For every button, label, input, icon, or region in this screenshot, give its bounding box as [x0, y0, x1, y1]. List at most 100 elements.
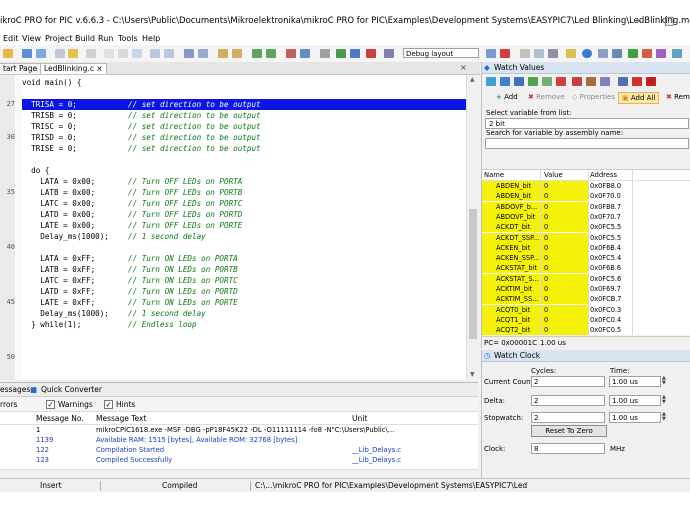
code-line[interactable]: TRISD = 0; // set direction to be output — [22, 132, 466, 143]
help-icon[interactable] — [582, 49, 592, 58]
menu-edit[interactable]: Edit — [3, 34, 19, 43]
uncomment-icon[interactable] — [300, 49, 310, 58]
watch-row[interactable]: ACKSTAT_bit 0 0x0F6B.6 — [482, 263, 690, 274]
code-line[interactable]: LATE = 0xFF; // Turn ON LEDs on PORTE — [22, 297, 466, 308]
clear-breakpoints-icon[interactable] — [600, 77, 610, 86]
code-line[interactable]: LATA = 0x00; // Turn OFF LEDs on PORTA — [22, 176, 466, 187]
layout-select[interactable]: Debug layout — [403, 48, 479, 58]
save-all-icon[interactable] — [36, 49, 46, 58]
current-code-line[interactable]: TRISA = 0; // set direction to be output — [22, 99, 466, 110]
scroll-up-icon[interactable]: ▲ — [470, 76, 475, 83]
tab-start-page[interactable]: tart Page — [0, 63, 42, 74]
reset-icon[interactable] — [646, 77, 656, 86]
paste-icon[interactable] — [132, 49, 142, 58]
col-unit[interactable]: Unit — [352, 414, 367, 423]
tab-ledblinking[interactable]: LedBlinking.c × — [40, 63, 107, 74]
layout-icon[interactable] — [384, 49, 394, 58]
toggle-view-icon[interactable] — [520, 49, 530, 58]
code-line[interactable]: TRISC = 0; // set direction to be output — [22, 121, 466, 132]
new-file-icon[interactable] — [55, 49, 65, 58]
step-over-icon[interactable] — [500, 77, 510, 86]
build-all-icon[interactable] — [350, 49, 360, 58]
comment-icon[interactable] — [286, 49, 296, 58]
delta-time[interactable]: 1.00 us — [609, 395, 661, 406]
code-line[interactable]: LATA = 0xFF; // Turn ON LEDs on PORTA — [22, 253, 466, 264]
watch-row[interactable]: ACKEN_SSP... 0 0x0FC5.4 — [482, 253, 690, 264]
indent-icon[interactable] — [252, 49, 262, 58]
menu-run[interactable]: Run — [98, 34, 113, 43]
menu-help[interactable]: Help — [142, 34, 160, 43]
stop-icon[interactable] — [642, 49, 652, 58]
scroll-thumb[interactable] — [469, 209, 477, 339]
clock-frequency-input[interactable]: 8 — [531, 443, 605, 454]
minimize-button[interactable]: – — [636, 14, 642, 27]
search-input[interactable] — [485, 138, 689, 149]
lock-icon[interactable] — [566, 49, 576, 58]
terminal-icon[interactable] — [612, 49, 622, 58]
code-line[interactable] — [22, 352, 466, 363]
watch-row[interactable]: ACQT1_bit 0 0x0FC0.4 — [482, 314, 690, 325]
code-line[interactable]: TRISE = 0; // set direction to be output — [22, 143, 466, 154]
save-icon[interactable] — [22, 49, 32, 58]
step-into-icon[interactable] — [486, 77, 496, 86]
col-address[interactable]: Address — [590, 171, 617, 179]
watch-row[interactable]: ACKTIM_bit 0 0x0F69.7 — [482, 284, 690, 294]
code-line[interactable]: LATC = 0x00; // Turn OFF LEDs on PORTC — [22, 198, 466, 209]
redo-icon[interactable] — [164, 49, 174, 58]
gear-icon[interactable] — [320, 49, 330, 58]
scroll-down-icon[interactable]: ▼ — [470, 371, 475, 378]
menu-build[interactable]: Build — [75, 34, 95, 43]
code-line[interactable]: do { — [22, 165, 466, 176]
col-value[interactable]: Value — [544, 171, 563, 179]
col-message-no[interactable]: Message No. — [36, 414, 84, 423]
copy-icon[interactable] — [118, 49, 128, 58]
watch-row[interactable]: ACKEN_bit 0 0x0F6B.4 — [482, 242, 690, 253]
remove-all-button[interactable]: ✖ Rem — [666, 93, 690, 101]
outdent-icon[interactable] — [266, 49, 276, 58]
code-line[interactable] — [22, 242, 466, 253]
bookmark-icon[interactable] — [218, 49, 228, 58]
remove-button[interactable]: ✖ Remove — [528, 93, 565, 101]
tab-quick-converter[interactable]: Quick Converter — [41, 385, 102, 394]
toggle-breakpoint-icon[interactable] — [586, 77, 596, 86]
hints-checkbox[interactable]: ✓ — [104, 400, 113, 409]
watch-row[interactable]: ABDEN_bit 0 0x0F70.0 — [482, 191, 690, 202]
message-row[interactable]: 1 mikroCPIC1618.exe -MSF -DBG -pP18F45K22… — [0, 425, 478, 435]
code-editor[interactable]: void main() { TRISA = 0; // set direction… — [0, 75, 466, 380]
save-layout-icon[interactable] — [486, 49, 496, 58]
cut-icon[interactable] — [104, 49, 114, 58]
code-line[interactable]: LATE = 0x00; // Turn OFF LEDs on PORTE — [22, 220, 466, 231]
add-button[interactable]: + Add — [496, 93, 518, 101]
run-to-cursor-icon[interactable] — [528, 77, 538, 86]
code-line[interactable]: Delay_ms(1000); // 1 second delay — [22, 308, 466, 319]
current-count-cycles[interactable]: 2 — [531, 376, 605, 387]
delta-spinner[interactable]: ▲ ▼ — [662, 395, 668, 406]
replace-icon[interactable] — [198, 49, 208, 58]
message-row[interactable]: 123 Compiled Successfully __Lib_Delays.c — [0, 455, 478, 465]
current-count-spinner[interactable]: ▲ ▼ — [662, 376, 668, 387]
menu-tools[interactable]: Tools — [118, 34, 138, 43]
warnings-checkbox[interactable]: ✓ — [46, 400, 55, 409]
code-line[interactable]: TRISB = 0; // set direction to be output — [22, 110, 466, 121]
options-icon[interactable] — [672, 49, 682, 58]
disassembly-icon[interactable] — [618, 77, 628, 86]
window-icon[interactable] — [534, 49, 544, 58]
find-icon[interactable] — [184, 49, 194, 58]
watch-row[interactable]: ABDEN_bit 0 0x0FB8.0 — [482, 181, 690, 191]
code-line[interactable]: LATD = 0x00; // Turn OFF LEDs on PORTD — [22, 209, 466, 220]
code-line[interactable]: LATB = 0x00; // Turn OFF LEDs on PORTB — [22, 187, 466, 198]
open-project-icon[interactable] — [3, 49, 13, 58]
code-line[interactable] — [22, 330, 466, 341]
code-line[interactable]: LATC = 0xFF; // Turn ON LEDs on PORTC — [22, 275, 466, 286]
run-icon[interactable] — [628, 49, 638, 58]
tile-icon[interactable] — [548, 49, 558, 58]
step-out-icon[interactable] — [514, 77, 524, 86]
watch-row[interactable]: ACKTIM_SS... 0 0x0FCB.7 — [482, 294, 690, 305]
program-icon[interactable] — [366, 49, 376, 58]
tab-messages[interactable]: essages — [0, 385, 30, 394]
code-line[interactable]: LATB = 0xFF; // Turn ON LEDs on PORTB — [22, 264, 466, 275]
add-all-button[interactable]: ▣ Add All — [618, 92, 660, 104]
col-name[interactable]: Name — [484, 171, 504, 179]
start-debugger-icon[interactable] — [542, 77, 552, 86]
breakpoint-icon[interactable] — [572, 77, 582, 86]
